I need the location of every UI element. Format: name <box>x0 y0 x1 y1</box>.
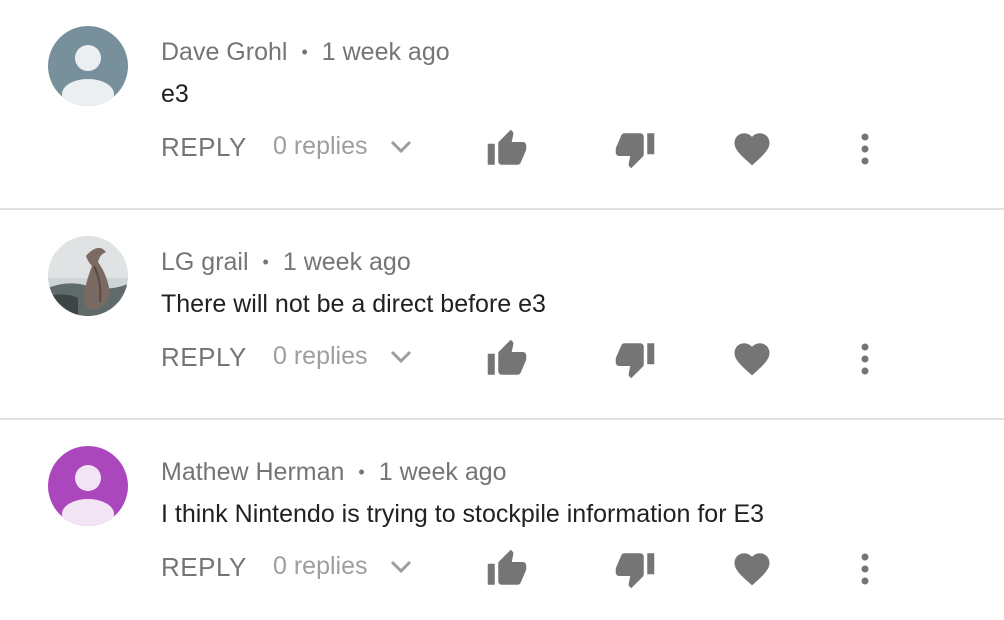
comment-header: Mathew Herman • 1 week ago <box>161 458 507 487</box>
comment-header: LG grail • 1 week ago <box>161 248 411 277</box>
replies-count: 0 replies <box>273 552 368 580</box>
chevron-down-icon <box>390 342 412 371</box>
timestamp: 1 week ago <box>321 38 450 66</box>
chevron-down-icon <box>390 132 412 161</box>
comment-header: Dave Grohl • 1 week ago <box>161 38 450 67</box>
more-vert-icon <box>861 343 869 375</box>
comment-text: There will not be a direct before e3 <box>161 290 546 318</box>
comment-item: Dave Grohl • 1 week ago e3 REPLY 0 repli… <box>0 0 1004 210</box>
like-button[interactable] <box>486 338 528 385</box>
thumbs-up-icon <box>487 129 527 165</box>
reply-button[interactable]: REPLY <box>161 342 247 373</box>
replies-count: 0 replies <box>273 132 368 160</box>
comment-text: I think Nintendo is trying to stockpile … <box>161 500 765 528</box>
comment-actions: REPLY 0 replies <box>161 548 921 590</box>
thumbs-down-icon <box>615 343 655 379</box>
thumbs-down-icon <box>615 133 655 169</box>
heart-icon <box>734 133 770 166</box>
thumbs-up-icon <box>487 339 527 375</box>
heart-icon <box>734 343 770 376</box>
heart-icon <box>734 553 770 586</box>
comment-list: Dave Grohl • 1 week ago e3 REPLY 0 repli… <box>0 0 1004 620</box>
dislike-button[interactable] <box>614 128 656 175</box>
comment-text: e3 <box>161 80 189 108</box>
comment-item: LG grail • 1 week ago There will not be … <box>0 210 1004 420</box>
thumbs-down-icon <box>615 553 655 589</box>
author-name[interactable]: LG grail <box>161 248 249 277</box>
timestamp: 1 week ago <box>282 248 411 276</box>
separator-dot: • <box>358 462 365 482</box>
comment-item: Mathew Herman • 1 week ago I think Ninte… <box>0 420 1004 620</box>
replies-toggle[interactable]: 0 replies <box>273 552 412 581</box>
separator-dot: • <box>301 42 308 62</box>
reply-button[interactable]: REPLY <box>161 552 247 583</box>
timestamp: 1 week ago <box>378 458 507 486</box>
more-options-button[interactable] <box>851 128 879 175</box>
chevron-down-icon <box>390 552 412 581</box>
reply-button[interactable]: REPLY <box>161 132 247 163</box>
avatar[interactable] <box>48 26 128 106</box>
replies-count: 0 replies <box>273 342 368 370</box>
replies-toggle[interactable]: 0 replies <box>273 132 412 161</box>
more-vert-icon <box>861 553 869 585</box>
like-button[interactable] <box>486 128 528 175</box>
heart-button[interactable] <box>731 128 773 175</box>
more-options-button[interactable] <box>851 338 879 385</box>
dislike-button[interactable] <box>614 548 656 595</box>
thumbs-up-icon <box>487 549 527 585</box>
more-vert-icon <box>861 133 869 165</box>
replies-toggle[interactable]: 0 replies <box>273 342 412 371</box>
like-button[interactable] <box>486 548 528 595</box>
heart-button[interactable] <box>731 548 773 595</box>
user-photo-icon <box>48 236 128 316</box>
person-icon <box>48 26 128 106</box>
heart-button[interactable] <box>731 338 773 385</box>
avatar[interactable] <box>48 446 128 526</box>
person-icon <box>48 446 128 526</box>
comment-actions: REPLY 0 replies <box>161 338 921 380</box>
separator-dot: • <box>262 252 269 272</box>
avatar[interactable] <box>48 236 128 316</box>
dislike-button[interactable] <box>614 338 656 385</box>
more-options-button[interactable] <box>851 548 879 595</box>
author-name[interactable]: Mathew Herman <box>161 458 344 487</box>
comment-actions: REPLY 0 replies <box>161 128 921 170</box>
author-name[interactable]: Dave Grohl <box>161 38 287 67</box>
